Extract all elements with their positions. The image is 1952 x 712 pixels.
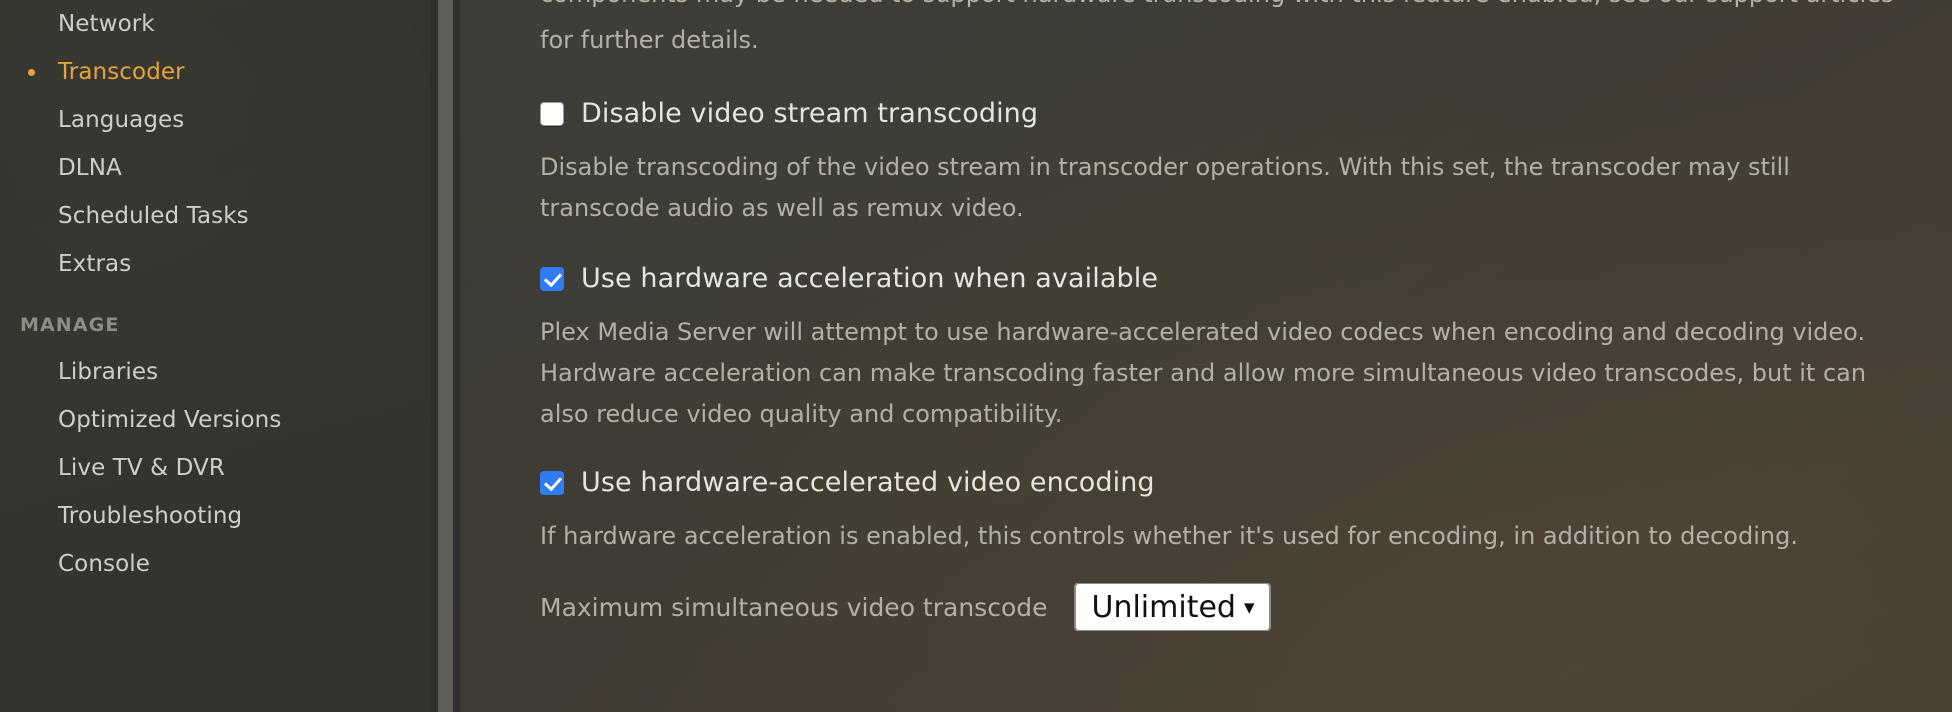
- active-bullet-icon: [28, 69, 35, 76]
- sidebar-item-label: DLNA: [58, 155, 122, 181]
- sidebar-manage-list: Libraries Optimized Versions Live TV & D…: [0, 348, 430, 588]
- content-scrollbar[interactable]: [430, 0, 460, 712]
- checkbox-label[interactable]: Use hardware acceleration when available: [581, 263, 1158, 294]
- sidebar-item-extras[interactable]: Extras: [0, 240, 430, 288]
- sidebar-item-live-tv-dvr[interactable]: Live TV & DVR: [0, 444, 430, 492]
- chevron-down-icon: ▾: [1243, 594, 1255, 619]
- settings-form: components may be needed to support hard…: [460, 0, 1952, 631]
- sidebar-item-label: Network: [58, 11, 155, 37]
- sidebar-item-dlna[interactable]: DLNA: [0, 144, 430, 192]
- setting-row-disable-video-stream-transcoding[interactable]: Disable video stream transcoding: [540, 98, 1892, 129]
- sidebar-item-label: Optimized Versions: [58, 407, 282, 433]
- intro-clipped-line-wrap: components may be needed to support hard…: [540, 0, 1892, 18]
- sidebar-item-network[interactable]: Network: [0, 0, 430, 48]
- maximum-simultaneous-video-transcode-select[interactable]: Unlimited ▾: [1073, 583, 1271, 631]
- select-value: Unlimited: [1091, 589, 1236, 625]
- checkbox-disable-video-stream-transcoding[interactable]: [540, 101, 564, 126]
- sidebar-item-libraries[interactable]: Libraries: [0, 348, 430, 396]
- setting-row-use-hardware-accelerated-video-encoding[interactable]: Use hardware-accelerated video encoding: [540, 467, 1892, 498]
- sidebar-item-console[interactable]: Console: [0, 540, 430, 588]
- sidebar-item-optimized-versions[interactable]: Optimized Versions: [0, 396, 430, 444]
- sidebar-item-label: Extras: [58, 251, 132, 277]
- checkbox-label[interactable]: Disable video stream transcoding: [581, 98, 1038, 129]
- sidebar-section-manage: MANAGE: [20, 314, 120, 336]
- sidebar-item-label: Libraries: [58, 359, 159, 385]
- sidebar-item-label: Languages: [58, 107, 185, 133]
- sidebar-item-label: Transcoder: [58, 59, 185, 85]
- setting-row-maximum-simultaneous-video-transcode[interactable]: Maximum simultaneous video transcode Unl…: [540, 583, 1892, 631]
- scrollbar-thumb[interactable]: [438, 0, 453, 712]
- checkbox-use-hardware-accelerated-video-encoding[interactable]: [540, 470, 564, 495]
- setting-description-use-hardware-accelerated-video-encoding: If hardware acceleration is enabled, thi…: [540, 522, 1798, 550]
- sidebar-item-label: Console: [58, 551, 151, 577]
- setting-description-disable-video-stream-transcoding: Disable transcoding of the video stream …: [540, 153, 1790, 222]
- sidebar-item-transcoder[interactable]: Transcoder: [0, 48, 430, 96]
- setting-description-use-hardware-acceleration-when-available: Plex Media Server will attempt to use ha…: [540, 318, 1867, 428]
- sidebar-nav-list: Network Transcoder Languages DLNA Schedu…: [0, 0, 430, 288]
- sidebar-item-troubleshooting[interactable]: Troubleshooting: [0, 492, 430, 540]
- sidebar-item-label: Troubleshooting: [58, 503, 243, 529]
- intro-paragraph-tail: for further details.: [540, 26, 759, 54]
- checkbox-use-hardware-acceleration-when-available[interactable]: [540, 266, 564, 291]
- sidebar-item-languages[interactable]: Languages: [0, 96, 430, 144]
- checkbox-label[interactable]: Use hardware-accelerated video encoding: [581, 467, 1155, 498]
- intro-clipped-line: components may be needed to support hard…: [540, 0, 1892, 8]
- main-content: components may be needed to support hard…: [460, 0, 1952, 712]
- sidebar-item-label: Scheduled Tasks: [58, 203, 249, 229]
- sidebar-item-scheduled-tasks[interactable]: Scheduled Tasks: [0, 192, 430, 240]
- sidebar-item-label: Live TV & DVR: [58, 455, 225, 481]
- maximum-simultaneous-video-transcode-label: Maximum simultaneous video transcode: [540, 592, 1048, 622]
- settings-page: Network Transcoder Languages DLNA Schedu…: [0, 0, 1952, 712]
- sidebar: Network Transcoder Languages DLNA Schedu…: [0, 0, 430, 712]
- setting-row-use-hardware-acceleration-when-available[interactable]: Use hardware acceleration when available: [540, 263, 1892, 294]
